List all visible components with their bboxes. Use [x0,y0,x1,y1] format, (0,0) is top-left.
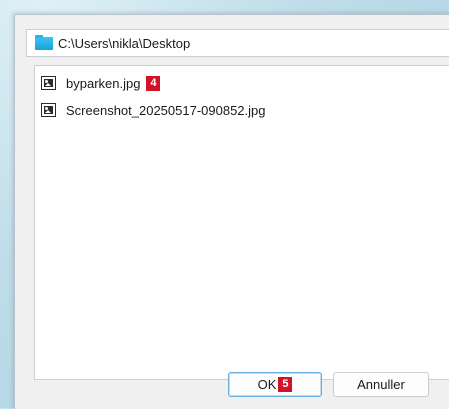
ok-button-label: OK [257,377,277,392]
cancel-button-label: Annuller [357,377,405,392]
file-dialog: C:\Users\nikla\Desktop byparken.jpg 4 Sc… [14,14,449,409]
cancel-button[interactable]: Annuller [333,372,429,397]
step-badge: 5 [278,377,293,392]
folder-icon [35,34,53,50]
path-text: C:\Users\nikla\Desktop [58,35,191,51]
step-badge: 4 [146,75,161,91]
file-name: Screenshot_20250517-090852.jpg [66,102,266,118]
image-file-icon [41,76,56,90]
image-file-icon [41,103,56,117]
file-item-byparken[interactable]: byparken.jpg 4 [41,73,161,93]
file-list[interactable]: byparken.jpg 4 Screenshot_20250517-09085… [34,65,449,380]
file-name: byparken.jpg [66,75,141,91]
path-bar[interactable]: C:\Users\nikla\Desktop [26,29,449,57]
file-item-screenshot[interactable]: Screenshot_20250517-090852.jpg [41,100,266,120]
ok-button[interactable]: OK 5 [228,372,322,397]
